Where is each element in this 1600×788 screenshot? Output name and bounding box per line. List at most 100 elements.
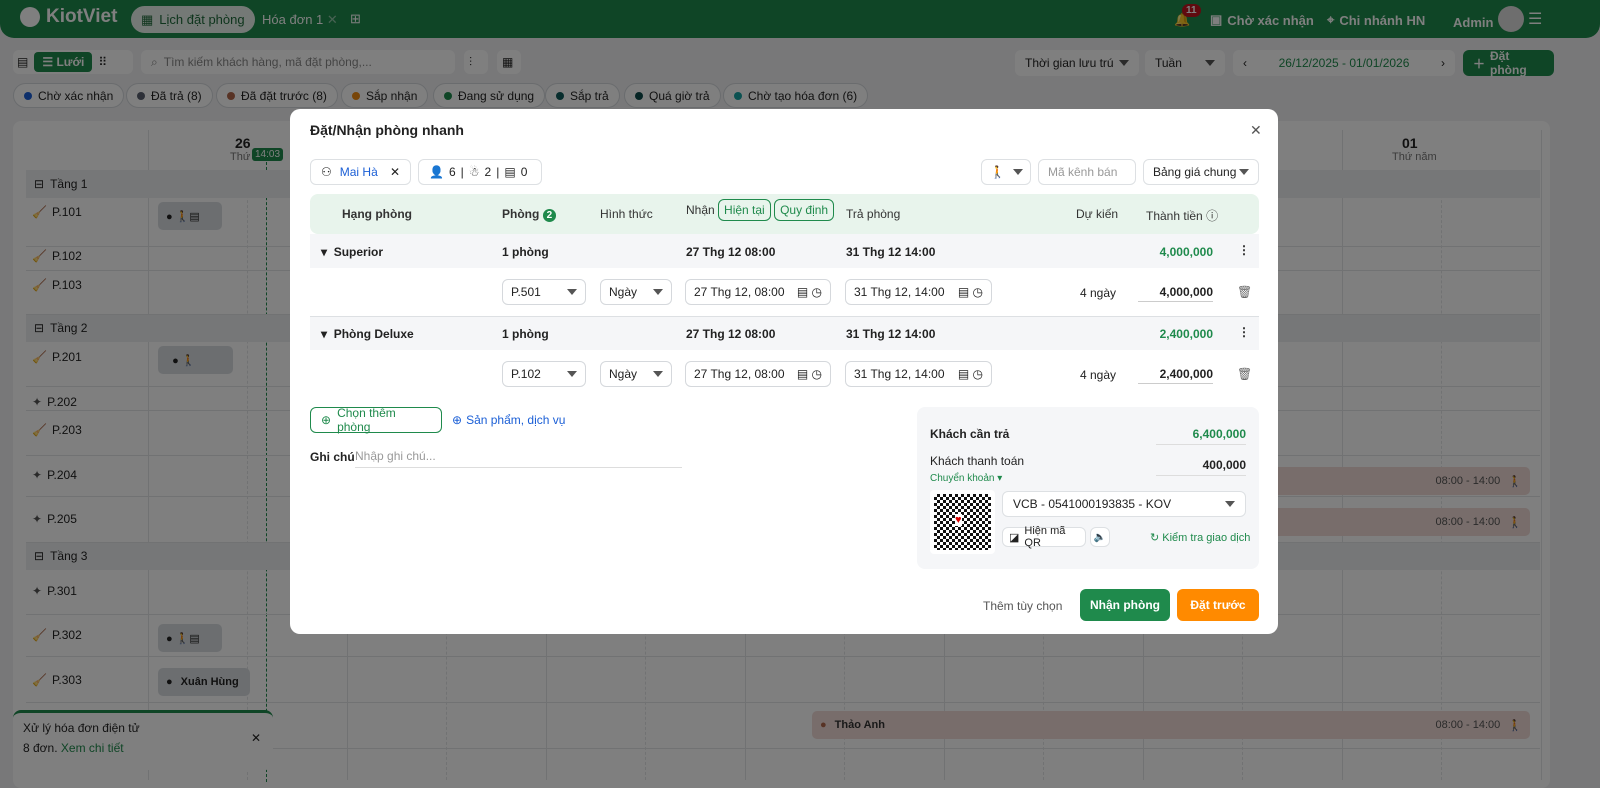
channel-code-input[interactable]: Mã kênh bán [1038,159,1136,185]
close-icon[interactable]: ✕ [1250,122,1262,139]
form-value: Ngày [609,367,638,381]
checkin-value: 27 Thg 12, 08:00 [694,285,785,299]
caret-down-icon [653,289,663,295]
col-estimate: Dự kiến [1076,207,1119,221]
check-transaction-label: Kiểm tra giao dịch [1162,532,1251,544]
price-value: 4,000,000 [1159,285,1213,299]
amount-paid: 400,000 [1202,458,1246,472]
estimate-duration: 4 ngày [1080,286,1117,300]
group-checkin: 27 Thg 12 08:00 [686,327,776,341]
calendar-clock-icon: ▤ ◷ [957,367,983,381]
more-icon[interactable]: ⋮ [1238,325,1250,339]
room-count: 1 phòng [502,327,549,341]
add-service-link[interactable]: ⊕ Sản phẩm, dịch vụ [452,413,565,427]
amount-paid-label: Khách thanh toán [930,454,1025,468]
now-button[interactable]: Hiện tại [718,199,771,221]
room-type-toggle[interactable]: ▾ Phòng Deluxe [321,327,414,341]
col-form: Hình thức [600,207,653,221]
show-qr-label: Hiện mã QR [1024,525,1066,549]
room-type-toggle[interactable]: ▾ Superior [321,245,383,259]
caret-down-icon [1012,169,1023,175]
bank-account-select[interactable]: VCB - 0541000193835 - KOV [1002,491,1246,517]
info-icon[interactable]: ⓘ [1206,209,1218,223]
booking-source-select[interactable]: 🚶 [981,159,1031,185]
group-total: 4,000,000 [1159,245,1213,259]
caret-down-icon [567,289,577,295]
caret-down-icon [567,371,577,377]
note-placeholder: Nhập ghi chú... [355,449,436,463]
user-icon: ⚇ [321,165,332,179]
caret-down-icon [1239,169,1249,175]
check-transaction-link[interactable]: ↻ Kiểm tra giao dịch [1150,531,1250,544]
rule-button[interactable]: Quy định [774,199,835,221]
add-room-button[interactable]: ⊕ Chọn thêm phòng [310,406,442,434]
col-checkout: Trả phòng [846,207,901,221]
trash-icon[interactable]: 🗑 [1237,367,1252,381]
reserve-button[interactable]: Đặt trước [1177,589,1259,621]
note-input[interactable]: Nhập ghi chú... [355,444,682,468]
amount-paid-input[interactable]: 400,000 [1156,454,1246,476]
price-input[interactable]: 4,000,000 [1138,280,1213,302]
col-room-label: Phòng [502,207,540,221]
form-value: Ngày [609,285,638,299]
note-label: Ghi chú [310,450,355,464]
checkin-value: 27 Thg 12, 08:00 [694,367,785,381]
bank-account: VCB - 0541000193835 - KOV [1013,497,1172,511]
price-input[interactable]: 2,400,000 [1138,362,1213,384]
image-icon: ◪ [1009,531,1020,544]
calendar-clock-icon: ▤ ◷ [796,367,822,381]
id-count: 0 [520,165,528,179]
clear-icon[interactable]: ✕ [390,165,400,179]
group-checkout: 31 Thg 12 14:00 [846,327,936,341]
checkin-datetime-input[interactable]: 27 Thg 12, 08:00 ▤ ◷ [685,279,831,305]
add-room-label: Chọn thêm phòng [337,406,396,434]
more-icon[interactable]: ⋮ [1238,243,1250,257]
room-value: P.102 [511,367,541,381]
room-select[interactable]: P.102 [502,361,586,387]
col-checkin-label: Nhận [686,203,715,217]
checkout-datetime-input[interactable]: 31 Thg 12, 14:00 ▤ ◷ [845,361,992,387]
room-select[interactable]: P.501 [502,279,586,305]
id-card-icon: ▤ [504,165,516,179]
col-total-label: Thành tiền [1146,209,1203,223]
caret-down-icon [1225,501,1235,507]
amount-due: 6,400,000 [1192,427,1246,441]
room-count-badge: 2 [542,209,557,222]
child-icon: ☃ [468,165,480,179]
amount-due-label: Khách cần trả [930,427,1010,441]
trash-icon[interactable]: 🗑 [1237,285,1252,299]
form-select[interactable]: Ngày [600,279,672,305]
speaker-icon[interactable]: 🔈 [1090,527,1110,547]
group-checkout: 31 Thg 12 14:00 [846,245,936,259]
check-in-button[interactable]: Nhận phòng [1080,589,1170,621]
col-checkin: Nhận Hiện tại Quy định [686,199,835,221]
room-type-group [310,234,1259,268]
channel-placeholder: Mã kênh bán [1048,165,1118,179]
show-qr-button[interactable]: ◪ Hiện mã QR [1002,525,1086,549]
customer-field[interactable]: ⚇ Mai Hà ✕ [310,159,411,185]
payment-method-select[interactable]: Chuyển khoản ▾ [930,473,1002,484]
checkin-datetime-input[interactable]: 27 Thg 12, 08:00 ▤ ◷ [685,361,831,387]
room-value: P.501 [511,285,541,299]
room-count: 1 phòng [502,245,549,259]
plus-circle-icon: ⊕ [321,413,332,427]
room-type-name: Phòng Deluxe [333,327,414,341]
form-select[interactable]: Ngày [600,361,672,387]
checkout-value: 31 Thg 12, 14:00 [854,285,945,299]
calendar-clock-icon: ▤ ◷ [796,285,822,299]
child-count: 2 [484,165,492,179]
checkout-datetime-input[interactable]: 31 Thg 12, 14:00 ▤ ◷ [845,279,992,305]
price-value: 2,400,000 [1159,367,1213,381]
walk-in-icon: 🚶 [990,165,1005,179]
dialog-title: Đặt/Nhận phòng nhanh [310,122,464,138]
col-total: Thành tiền ⓘ [1146,207,1218,224]
calendar-clock-icon: ▤ ◷ [957,285,983,299]
col-room: Phòng 2 [502,207,557,222]
price-list-value: Bảng giá chung [1153,165,1237,179]
add-service-label: Sản phẩm, dịch vụ [466,413,566,427]
adult-count: 6 [448,165,456,179]
more-options-button[interactable]: Thêm tùy chọn [983,599,1062,613]
guest-counter[interactable]: 👤 6 | ☃ 2 | ▤ 0 [418,159,542,185]
payment-method: Chuyển khoản [930,473,995,484]
price-list-select[interactable]: Bảng giá chung [1143,159,1259,185]
